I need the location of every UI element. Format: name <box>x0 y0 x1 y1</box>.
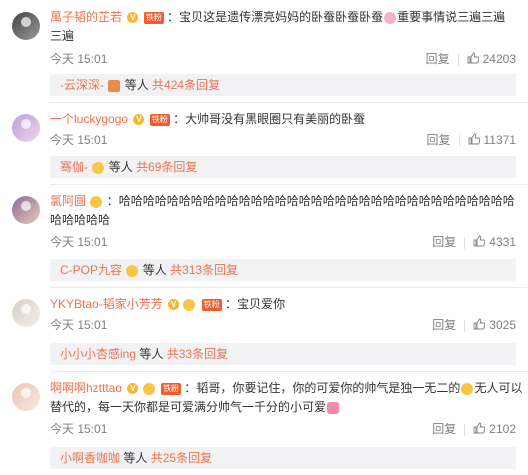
avatar[interactable] <box>12 12 40 40</box>
reply-summary[interactable]: 小小小杏感ing 等人 共33条回复 <box>50 343 516 365</box>
fan-emoji-icon <box>183 298 196 311</box>
comment-text-line: 啊啊啊hztttao V 铁粉 ：韬哥，你要记住，你的可爱你的帅气是独一无二的无… <box>50 381 523 395</box>
reply-button[interactable]: 回复 <box>432 235 456 249</box>
comment-text-line: 三遍 <box>50 26 516 46</box>
username[interactable]: YKYBtao-韬家小芳芳 <box>50 297 163 311</box>
reply-user[interactable]: 小小小杏感ing <box>60 347 136 361</box>
divider <box>50 287 528 288</box>
reply-user[interactable]: C-POP九容 <box>60 263 122 277</box>
timestamp: 今天 15:01 <box>50 235 108 249</box>
thumbs-up-icon <box>473 235 486 247</box>
avatar[interactable] <box>12 196 40 224</box>
reply-button[interactable]: 回复 <box>432 318 456 332</box>
comment-text-cont: 哈哈哈哈哈 <box>50 213 111 227</box>
thumbs-up-icon <box>467 52 479 64</box>
reply-mid-text: 等人 <box>142 263 167 277</box>
like-count: 2102 <box>489 422 516 436</box>
reply-summary[interactable]: 骞伽- 等人 共69条回复 <box>50 156 516 178</box>
reply-count[interactable]: 共33条回复 <box>167 347 228 361</box>
username[interactable]: 啊啊啊hztttao <box>50 381 122 395</box>
comment-actions: 回复 3025 <box>432 316 516 333</box>
like-button[interactable]: 4331 <box>473 235 516 249</box>
reply-user[interactable]: 骞伽- <box>60 160 88 174</box>
comment-text-cont: 替代的，每一天你都是可爱满分帅气一千分的小可爱 <box>50 400 327 414</box>
comment-text: 韬哥，你要记住，你的可爱你的帅气是独一无二的 <box>196 381 461 395</box>
reply-summary[interactable]: -云深深- 等人 共424条回复 <box>50 74 516 96</box>
comment-text: 宝贝爱你 <box>237 297 286 311</box>
comment-text-line: 哈哈哈哈哈 <box>50 210 516 230</box>
fan-emoji-icon <box>90 195 103 208</box>
comment-text-cont: 重要事情说三遍三遍 <box>397 10 506 24</box>
comment-text-line: 萬子韬的芷若 V 铁粉 ：宝贝这是遗传漂亮妈妈的卧蚕卧蚕卧蚕 重要事情说三遍三遍 <box>50 10 506 24</box>
timestamp: 今天 15:01 <box>50 318 108 332</box>
like-count: 4331 <box>489 235 516 249</box>
like-button[interactable]: 3025 <box>473 318 516 332</box>
avatar[interactable] <box>12 299 40 327</box>
username[interactable]: 萬子韬的芷若 <box>50 10 122 24</box>
like-button[interactable]: 2102 <box>473 422 516 436</box>
avatar[interactable] <box>12 383 40 411</box>
fan-emoji-icon <box>92 161 105 174</box>
comment-text-cont: 无人可以 <box>474 381 523 395</box>
comment-text: 哈哈哈哈哈哈哈哈哈哈哈哈哈哈哈哈哈哈哈哈哈哈哈哈哈哈哈哈哈哈哈哈哈 <box>118 194 515 208</box>
reply-mid-text: 等人 <box>124 78 149 92</box>
username[interactable]: 一个luckygogo <box>50 112 128 126</box>
comment-text-line: 替代的，每一天你都是可爱满分帅气一千分的小可爱 <box>50 397 516 417</box>
fan-emoji-icon <box>142 382 155 395</box>
avatar[interactable] <box>12 114 40 142</box>
like-count: 24203 <box>482 52 516 66</box>
hourglass-icon <box>108 79 121 92</box>
like-count: 3025 <box>489 318 516 332</box>
like-button[interactable]: 24203 <box>467 52 516 66</box>
comment-text: 大帅哥没有黑眼圈只有美丽的卧蚕 <box>185 112 366 126</box>
thumbs-up-icon <box>473 318 486 330</box>
comment-actions: 回复 11371 <box>427 131 517 148</box>
sweat-emoji-icon <box>461 382 474 395</box>
reply-mid-text: 等人 <box>108 160 133 174</box>
reply-button[interactable]: 回复 <box>432 422 456 436</box>
comment-text-cont: 三遍 <box>50 29 75 43</box>
timestamp: 今天 15:01 <box>50 422 108 436</box>
comment-text: 宝贝这是遗传漂亮妈妈的卧蚕卧蚕卧蚕 <box>179 10 384 24</box>
comment-text-line: 氯阿圆 ：哈哈哈哈哈哈哈哈哈哈哈哈哈哈哈哈哈哈哈哈哈哈哈哈哈哈哈哈哈哈哈哈哈 <box>50 194 515 208</box>
like-button[interactable]: 11371 <box>468 133 516 147</box>
reply-count[interactable]: 共424条回复 <box>152 78 220 92</box>
heart-emoji-icon <box>327 401 340 414</box>
reply-mid-text: 等人 <box>139 347 164 361</box>
thumbs-up-icon <box>473 422 486 434</box>
reply-summary[interactable]: 小啊香咖咖 等人 共25条回复 <box>50 447 516 469</box>
timestamp: 今天 15:01 <box>50 52 108 66</box>
fan-badge-icon: 铁粉 <box>201 298 222 311</box>
timestamp: 今天 15:01 <box>50 133 108 147</box>
reply-button[interactable]: 回复 <box>426 52 450 66</box>
divider <box>50 371 528 372</box>
fan-badge-icon: 铁粉 <box>143 11 164 24</box>
comment-actions: 回复 24203 <box>426 50 516 67</box>
fan-badge-icon: 铁粉 <box>149 113 170 126</box>
reply-user[interactable]: 小啊香咖咖 <box>60 451 120 465</box>
like-count: 11371 <box>483 133 516 147</box>
thumbs-up-icon <box>468 133 480 145</box>
divider <box>50 184 528 185</box>
vip-badge-icon: V <box>127 12 139 24</box>
reply-count[interactable]: 共313条回复 <box>170 263 238 277</box>
comment-actions: 回复 2102 <box>432 420 516 437</box>
reply-count[interactable]: 共69条回复 <box>136 160 197 174</box>
reply-mid-text: 等人 <box>123 451 148 465</box>
vip-badge-icon: V <box>168 299 180 311</box>
comment-actions: 回复 4331 <box>432 233 516 250</box>
username[interactable]: 氯阿圆 <box>50 194 86 208</box>
reply-button[interactable]: 回复 <box>427 133 451 147</box>
pig-emoji-icon <box>384 11 397 24</box>
comment-text-line: YKYBtao-韬家小芳芳 V 铁粉 ：宝贝爱你 <box>50 297 286 311</box>
fan-badge-icon: 铁粉 <box>161 382 182 395</box>
comment-text-line: 一个luckygogo V 铁粉 ：大帅哥没有黑眼圈只有美丽的卧蚕 <box>50 112 366 126</box>
reply-user[interactable]: -云深深- <box>60 78 104 92</box>
divider <box>50 102 528 103</box>
vip-badge-icon: V <box>133 114 145 126</box>
reply-count[interactable]: 共25条回复 <box>151 451 212 465</box>
vip-badge-icon: V <box>127 383 139 395</box>
fan-emoji-icon <box>126 264 139 277</box>
reply-summary[interactable]: C-POP九容 等人 共313条回复 <box>50 259 516 281</box>
